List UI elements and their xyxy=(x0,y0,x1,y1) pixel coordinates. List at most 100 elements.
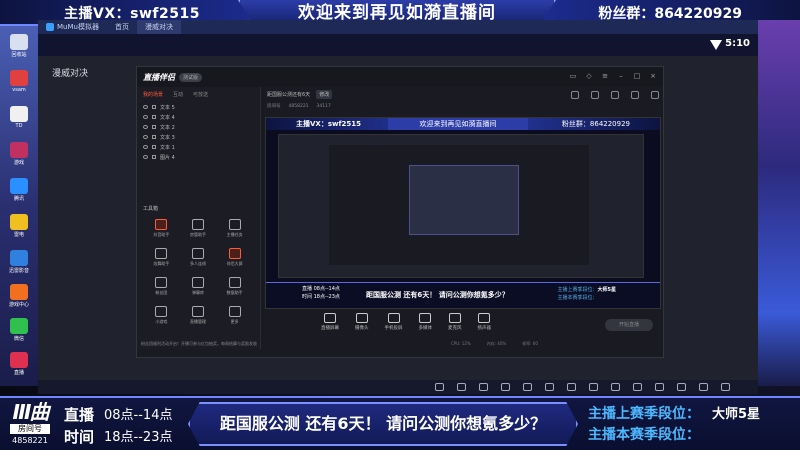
lock-icon[interactable] xyxy=(152,135,156,139)
live-assistant-logo: 直播伴侣 xyxy=(143,72,175,82)
minimize-icon[interactable]: – xyxy=(617,72,625,80)
folder-icon[interactable] xyxy=(589,383,598,391)
status-bar: CPU: 12% 内存: 40% 帧率: 60 xyxy=(451,341,538,346)
source-item[interactable]: 文本 2 xyxy=(137,122,260,132)
maximize-icon[interactable]: □ xyxy=(633,72,641,80)
tool-item[interactable]: 小游戏 xyxy=(143,306,180,325)
start-live-button[interactable]: 开始直播 xyxy=(605,319,653,331)
tool-item[interactable]: 粉丝团 xyxy=(143,277,180,296)
lock-icon[interactable] xyxy=(152,115,156,119)
emulator-app-area: 漫威对决 直播伴侣 测试版 ▭ ◇ ≡ – □ × 我的场景 互动 可放送 文本… xyxy=(38,56,758,380)
action-mic[interactable]: 麦克风 xyxy=(448,313,462,331)
gamepad-icon[interactable] xyxy=(457,383,466,391)
tab-interact[interactable]: 互动 xyxy=(173,91,183,98)
tab-mumu[interactable]: MuMu模拟器 xyxy=(38,20,107,34)
action-camera[interactable]: 摄像头 xyxy=(355,313,369,331)
share-icon[interactable] xyxy=(523,383,532,391)
tool-item[interactable]: 主播任务 xyxy=(216,219,253,238)
tool-item[interactable]: 更多 xyxy=(216,306,253,325)
eye-icon[interactable] xyxy=(143,105,148,109)
layout-icon[interactable] xyxy=(677,383,686,391)
eye-icon[interactable] xyxy=(143,115,148,119)
tool-item[interactable]: 直播管理 xyxy=(180,306,217,325)
tool-icon xyxy=(228,248,241,259)
eye-icon[interactable] xyxy=(143,125,148,129)
tool-item[interactable]: 房管助手 xyxy=(180,219,217,238)
sync-icon[interactable] xyxy=(655,383,664,391)
multi-icon[interactable] xyxy=(633,383,642,391)
source-item[interactable]: 文本 4 xyxy=(137,112,260,122)
tool-item[interactable]: 炫舞助手 xyxy=(143,248,180,267)
emulator-tab-bar: MuMu模拟器 首页 漫威对决 xyxy=(38,20,758,34)
eye-icon[interactable] xyxy=(143,145,148,149)
desktop-icon-wechat[interactable]: 微信 xyxy=(6,318,32,342)
media-icon xyxy=(419,313,432,323)
tab-game[interactable]: 漫威对决 xyxy=(136,20,181,34)
action-phone[interactable]: 手机投屏 xyxy=(385,313,403,331)
rank-labels: 主播上赛季段位： 主播本赛季段位： xyxy=(588,406,700,443)
source-item[interactable]: 文本 1 xyxy=(137,142,260,152)
live-assistant-window: 直播伴侣 测试版 ▭ ◇ ≡ – □ × 我的场景 互动 可放送 文本 5 文本… xyxy=(136,66,664,358)
eye-icon[interactable] xyxy=(143,155,148,159)
fullscreen-icon[interactable] xyxy=(545,383,554,391)
app-icon xyxy=(10,70,28,86)
toolbox-title: 工具箱 xyxy=(143,206,159,212)
action-speaker[interactable]: 扬声器 xyxy=(478,313,491,331)
desktop-icon-tencent[interactable]: 腾讯 xyxy=(6,178,32,202)
source-item[interactable]: 图片 4 xyxy=(137,152,260,162)
action-media[interactable]: 多媒体 xyxy=(419,313,432,331)
source-item[interactable]: 文本 5 xyxy=(137,102,260,112)
bell-icon[interactable] xyxy=(631,91,639,99)
room-sub-info: 房间号 4858221 34117 xyxy=(267,103,331,110)
tool-item[interactable]: 数据助手 xyxy=(216,277,253,296)
app-icon xyxy=(10,178,28,194)
settings-icon[interactable] xyxy=(591,91,599,99)
lock-icon[interactable] xyxy=(152,125,156,129)
tool-item[interactable]: 伴侣大屏 xyxy=(216,248,253,267)
gift-icon[interactable]: ◇ xyxy=(585,72,593,80)
save-icon[interactable] xyxy=(611,91,619,99)
tab-my-scene[interactable]: 我的场景 xyxy=(143,91,163,98)
recycle-bin-icon xyxy=(10,34,28,50)
video-icon[interactable] xyxy=(479,383,488,391)
desktop-icon-vsam[interactable]: vsam xyxy=(6,70,32,93)
tab-broadcast[interactable]: 可放送 xyxy=(193,91,208,98)
tool-item[interactable]: 弹幕库 xyxy=(180,277,217,296)
lock-icon[interactable] xyxy=(152,145,156,149)
location-icon[interactable] xyxy=(699,383,708,391)
notice-text: 粉丝团福利活动开启！开播可参与红包抽奖，每周结算与奖励发放 xyxy=(141,341,257,346)
desktop-icon-xunlei[interactable]: 迅雷影音 xyxy=(6,250,32,274)
edit-button[interactable]: 修改 xyxy=(316,89,333,99)
tool-icon xyxy=(191,248,204,259)
desktop-icon-leidian[interactable]: 雷电 xyxy=(6,214,32,238)
tool-icon xyxy=(155,277,168,288)
monitor-icon xyxy=(324,313,336,323)
lock-icon[interactable] xyxy=(152,105,156,109)
desktop-icon-td[interactable]: TD xyxy=(6,106,32,129)
lock-icon[interactable] xyxy=(152,155,156,159)
desktop-icon-live[interactable]: 直播 xyxy=(6,352,32,376)
menu-icon[interactable]: ≡ xyxy=(601,72,609,80)
tab-home[interactable]: 首页 xyxy=(107,20,137,34)
close-icon[interactable]: × xyxy=(649,72,657,80)
screenshot-icon[interactable] xyxy=(501,383,510,391)
source-item[interactable]: 文本 3 xyxy=(137,132,260,142)
desktop-icon-recycle[interactable]: 回收站 xyxy=(6,34,32,58)
tool-icon xyxy=(228,277,241,288)
message-icon[interactable]: ▭ xyxy=(569,72,577,80)
bottom-overlay-banner: Ⅲ曲 房间号 4858221 直播 时间 08点--14点 18点--23点 距… xyxy=(0,396,800,450)
desktop-icon-game[interactable]: 游戏 xyxy=(6,142,32,166)
more-icon[interactable] xyxy=(721,383,730,391)
eye-icon[interactable] xyxy=(143,135,148,139)
volume-icon[interactable] xyxy=(567,383,576,391)
action-screen[interactable]: 直播屏幕 xyxy=(321,313,339,331)
tool-item[interactable]: 抖音助手 xyxy=(143,219,180,238)
shop-icon[interactable] xyxy=(571,91,579,99)
tool-icon xyxy=(228,219,241,230)
desktop-icon-game-center[interactable]: 游戏中心 xyxy=(6,284,32,308)
share-icon[interactable] xyxy=(651,91,659,99)
tool-item[interactable]: 多人连线 xyxy=(180,248,217,267)
game-title: 漫威对决 xyxy=(52,69,89,79)
apk-icon[interactable] xyxy=(611,383,620,391)
keyboard-icon[interactable] xyxy=(435,383,444,391)
